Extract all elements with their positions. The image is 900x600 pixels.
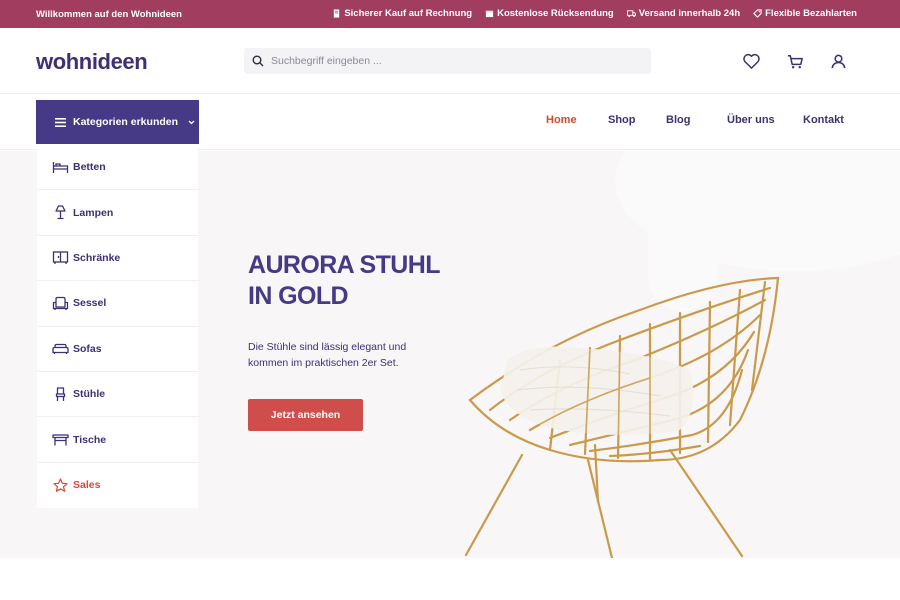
- heart-icon[interactable]: [742, 52, 761, 71]
- category-sidebar: Betten Lampen Schränke Sessel Sofas Stüh…: [37, 145, 198, 508]
- menu-icon: [55, 117, 66, 127]
- badge-invoice: Sicherer Kauf auf Rechnung: [332, 8, 472, 19]
- badge-payment: Flexible Bezahlarten: [753, 8, 857, 19]
- chevron-down-icon: [188, 120, 195, 124]
- hero-title: AURORA STUHL IN GOLD: [248, 250, 440, 312]
- search-input[interactable]: [271, 55, 631, 67]
- tag-icon: [753, 9, 762, 18]
- user-icon[interactable]: [829, 52, 848, 71]
- sidebar-item-label: Lampen: [73, 206, 114, 219]
- nav-link-contact[interactable]: Kontakt: [803, 114, 844, 126]
- sidebar-item-label: Sales: [73, 479, 101, 492]
- sidebar-item-betten[interactable]: Betten: [37, 145, 198, 191]
- box-icon: [485, 10, 494, 18]
- sidebar-item-label: Stühle: [73, 388, 106, 401]
- cart-icon[interactable]: [786, 52, 805, 71]
- chair-icon: [55, 386, 66, 401]
- cabinet-icon: [52, 251, 69, 265]
- hero-description: Die Stühle sind lässig elegant und komme…: [248, 341, 407, 369]
- sidebar-item-label: Betten: [73, 161, 106, 174]
- sidebar-item-sessel[interactable]: Sessel: [37, 281, 198, 327]
- view-product-button[interactable]: Jetzt ansehen: [248, 399, 363, 431]
- trust-badges: Sicherer Kauf auf Rechnung Kostenlose Rü…: [332, 8, 857, 19]
- sidebar-item-lampen[interactable]: Lampen: [37, 190, 198, 236]
- gold-chair-image: [464, 276, 780, 560]
- sidebar-item-sofas[interactable]: Sofas: [37, 327, 198, 372]
- badge-shipping: Versand innerhalb 24h: [626, 8, 741, 19]
- page-bottom: [0, 558, 900, 600]
- sidebar-item-schraenke[interactable]: Schränke: [37, 236, 198, 282]
- sidebar-item-label: Tische: [73, 433, 107, 446]
- sidebar-item-label: Schränke: [73, 251, 121, 264]
- sofa-icon: [52, 344, 69, 355]
- site-header: wohnideen: [0, 28, 900, 94]
- badge-label: Versand innerhalb 24h: [638, 8, 741, 19]
- receipt-icon: [334, 9, 340, 18]
- badge-label: Kostenlose Rücksendung: [497, 8, 614, 19]
- badge-returns: Kostenlose Rücksendung: [485, 8, 614, 19]
- welcome-text: Willkommen auf den Wohnideen: [36, 9, 182, 20]
- table-icon: [52, 434, 69, 446]
- nav-link-about[interactable]: Über uns: [727, 114, 775, 126]
- hero-title-line: IN GOLD: [248, 282, 349, 310]
- hero-title-line: AURORA STUHL: [248, 251, 440, 279]
- nav-link-home[interactable]: Home: [546, 114, 577, 126]
- categories-button[interactable]: Kategorien erkunden: [36, 100, 199, 144]
- badge-label: Flexible Bezahlarten: [765, 8, 857, 19]
- categories-label: Kategorien erkunden: [73, 116, 179, 128]
- armchair-icon: [52, 296, 69, 310]
- sidebar-item-tische[interactable]: Tische: [37, 417, 198, 463]
- nav-link-shop[interactable]: Shop: [608, 114, 636, 126]
- top-bar: Willkommen auf den Wohnideen Sicherer Ka…: [0, 0, 900, 28]
- search-bar[interactable]: [244, 48, 651, 74]
- sidebar-item-sales[interactable]: Sales: [37, 463, 198, 508]
- lamp-icon: [55, 205, 66, 220]
- main-nav: Kategorien erkunden Home Shop Blog Über …: [0, 95, 900, 150]
- badge-label: Sicherer Kauf auf Rechnung: [344, 8, 473, 19]
- sidebar-item-label: Sessel: [73, 297, 107, 310]
- nav-link-blog[interactable]: Blog: [666, 114, 690, 126]
- logo[interactable]: wohnideen: [36, 49, 148, 75]
- sidebar-item-label: Sofas: [73, 342, 102, 355]
- star-icon: [53, 478, 68, 492]
- bed-icon: [52, 161, 69, 173]
- truck-icon: [626, 10, 636, 18]
- sidebar-item-stuehle[interactable]: Stühle: [37, 372, 198, 418]
- search-icon: [252, 55, 264, 67]
